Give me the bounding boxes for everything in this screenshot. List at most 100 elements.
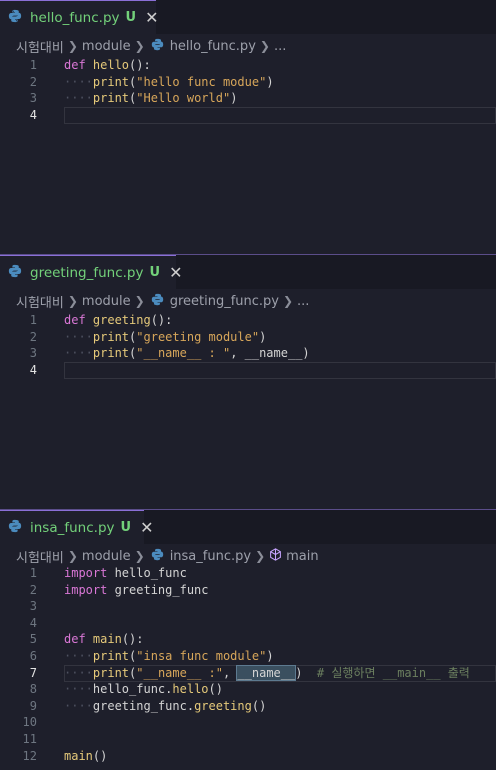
code-text: ····print("Hello world") [64, 90, 237, 107]
breadcrumb-module[interactable]: module [82, 39, 131, 54]
line-number: 3 [29, 346, 37, 361]
line-number: 1 [29, 313, 37, 327]
code-token: "insa func module" [136, 648, 267, 663]
code-line[interactable]: 1 import hello_func [0, 565, 496, 582]
breadcrumb-module[interactable]: module [82, 294, 131, 309]
chevron-right-icon: ❯ [67, 39, 78, 53]
breadcrumb: 시험대비 ❯ module ❯ hello_func.py ❯ ... [0, 34, 496, 58]
tab-bar: hello_func.py U ✕ [0, 0, 496, 34]
line-number: 4 [29, 362, 37, 377]
python-file-icon [151, 548, 164, 565]
breadcrumb-symbol[interactable]: main [286, 549, 318, 564]
code-token: () [208, 682, 223, 697]
code-line[interactable]: 12 main() [0, 748, 496, 765]
code-token: ) [230, 91, 238, 106]
code-token: "greeting module" [136, 329, 260, 344]
breadcrumb-rest[interactable]: ... [274, 39, 286, 54]
code-token: hello [172, 682, 209, 697]
tab-insa-func[interactable]: insa_func.py U ✕ [0, 510, 153, 544]
indent-guide: ···· [64, 648, 93, 663]
breadcrumb-folder[interactable]: 시험대비 [16, 37, 64, 56]
code-token: "__name__ :" [136, 665, 223, 680]
breadcrumb-file[interactable]: greeting_func.py [170, 294, 279, 309]
code-text: ····print("__name__ :", __name__) # 실행하면… [64, 664, 470, 682]
code-text: ····greeting_func.greeting() [64, 698, 266, 715]
line-number: 2 [29, 329, 37, 344]
code-token: greeting_func. [92, 698, 195, 713]
tab-greeting-func[interactable]: greeting_func.py U ✕ [0, 255, 182, 289]
code-token: "hello func modue" [136, 74, 267, 89]
code-line[interactable]: 9 ····greeting_func.greeting() [0, 698, 496, 715]
code-line[interactable]: 1 def greeting(): [0, 312, 496, 329]
code-editor[interactable]: 1 def hello(): 2 ····print("hello func modu… [0, 57, 496, 124]
code-token: (): [121, 632, 144, 647]
code-token: hello_func [114, 566, 187, 580]
current-line-highlight [64, 106, 496, 124]
code-token: print [92, 91, 130, 106]
code-editor[interactable]: 1 import hello_func 2 import greeting_func 3… [0, 565, 496, 764]
python-file-icon [8, 8, 22, 27]
breadcrumb-folder[interactable]: 시험대비 [16, 547, 64, 566]
code-token: hello_func. [92, 682, 173, 697]
code-line[interactable]: 11 [0, 731, 496, 748]
code-line[interactable]: 2 ····print("hello func modue") [0, 74, 496, 91]
untracked-badge: U [125, 10, 137, 25]
tab-hello-func[interactable]: hello_func.py U ✕ [0, 0, 158, 34]
line-number: 2 [29, 74, 37, 89]
code-text: import greeting_func [64, 582, 209, 599]
code-token: , [222, 665, 238, 680]
code-token: (): [150, 313, 173, 327]
code-token: def [64, 632, 93, 647]
code-token: print [92, 74, 130, 89]
code-line[interactable]: 3 ····print("__name__ : ", __name__) [0, 345, 496, 362]
code-line[interactable]: 5 def main(): [0, 631, 496, 648]
code-token: () [251, 698, 267, 713]
code-token: def [64, 313, 93, 327]
breadcrumb-module[interactable]: module [82, 549, 131, 564]
code-line[interactable]: 4 [0, 106, 496, 124]
breadcrumb-folder[interactable]: 시험대비 [16, 292, 64, 311]
code-token: greeting [194, 698, 252, 713]
untracked-badge: U [120, 520, 132, 535]
chevron-right-icon: ❯ [134, 39, 145, 53]
line-number: 2 [29, 582, 37, 597]
code-token: import [64, 582, 115, 597]
code-line[interactable]: 4 [0, 361, 496, 379]
code-token: hello [92, 58, 130, 72]
code-token: print [92, 665, 130, 680]
line-number: 12 [22, 748, 37, 763]
close-icon[interactable]: ✕ [169, 264, 182, 281]
breadcrumb-file[interactable]: insa_func.py [170, 549, 251, 564]
code-line[interactable]: 6 ····print("insa func module") [0, 648, 496, 665]
code-editor[interactable]: 1 def greeting(): 2 ····print("greeting mod… [0, 312, 496, 379]
breadcrumb-rest[interactable]: ... [297, 294, 309, 309]
line-number: 5 [29, 632, 37, 647]
chevron-right-icon: ❯ [255, 549, 266, 563]
python-file-icon [151, 293, 164, 310]
code-token: greeting_func [114, 582, 209, 597]
code-line[interactable]: 3 [0, 598, 496, 615]
code-text: def hello(): [64, 57, 151, 74]
code-line[interactable]: 2 ····print("greeting module") [0, 329, 496, 346]
code-text: ····print("insa func module") [64, 648, 274, 665]
indent-guide: ···· [64, 346, 93, 361]
close-icon[interactable]: ✕ [140, 519, 153, 536]
code-text: def main(): [64, 631, 144, 648]
close-icon[interactable]: ✕ [145, 9, 158, 26]
code-line[interactable]: 7 ····print("__name__ :", __name__) # 실행하… [0, 664, 496, 682]
line-number: 9 [29, 698, 37, 713]
code-text: main() [64, 748, 107, 765]
code-line[interactable]: 1 def hello(): [0, 57, 496, 74]
code-line[interactable]: 2 import greeting_func [0, 582, 496, 599]
breadcrumb: 시험대비 ❯ module ❯ greeting_func.py ❯ ... [0, 289, 496, 313]
code-line[interactable]: 10 [0, 714, 496, 731]
breadcrumb-file[interactable]: hello_func.py [170, 39, 256, 54]
code-text: import hello_func [64, 565, 187, 582]
method-cube-icon [269, 547, 282, 565]
chevron-right-icon: ❯ [67, 549, 78, 563]
chevron-right-icon: ❯ [67, 294, 78, 308]
code-line[interactable]: 3 ····print("Hello world") [0, 90, 496, 107]
code-line[interactable]: 8 ····hello_func.hello() [0, 681, 496, 698]
code-line[interactable]: 4 [0, 615, 496, 632]
code-token: greeting [92, 313, 151, 327]
